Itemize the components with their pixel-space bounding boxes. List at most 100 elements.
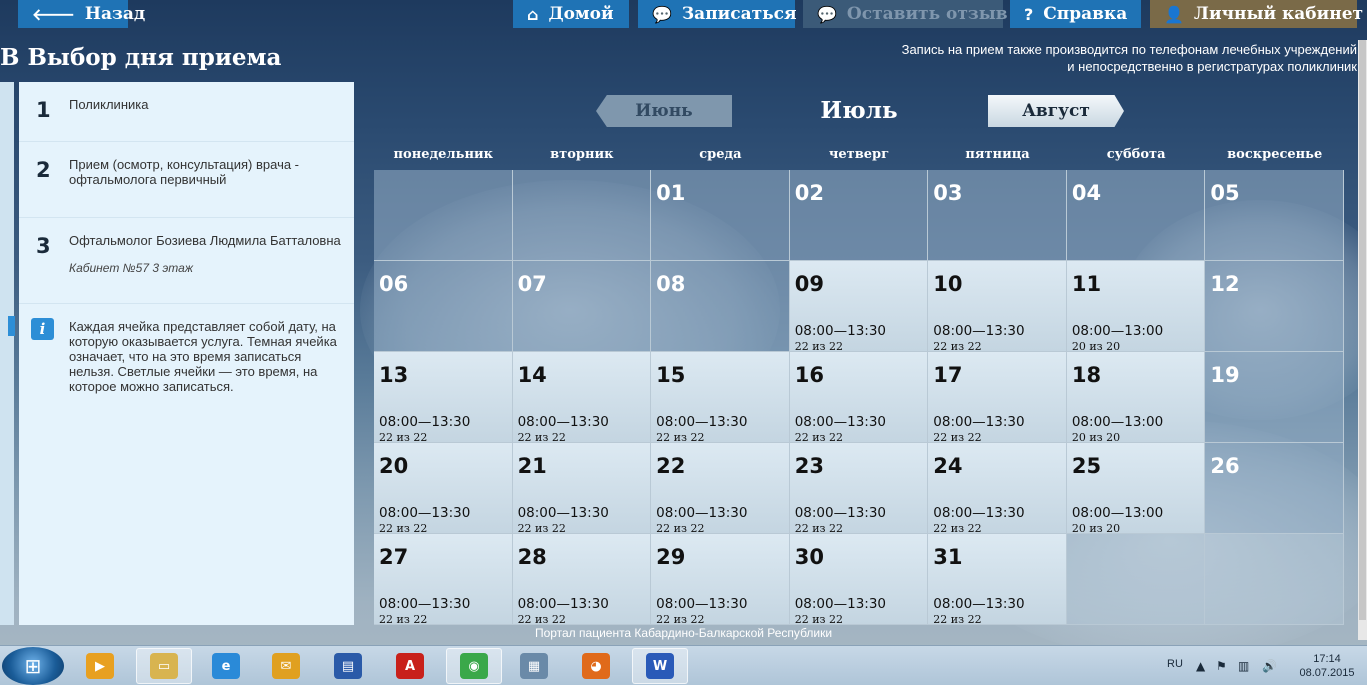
taskbar-app[interactable]: ▤ — [320, 648, 376, 684]
taskbar-app[interactable]: ▦ — [506, 648, 562, 684]
day-slots: 22 из 22 — [379, 613, 428, 626]
back-label: Назад — [84, 4, 146, 24]
calendar-day-unavailable: 04 — [1066, 170, 1206, 261]
calendar-day-unavailable: 03 — [928, 170, 1067, 261]
clock-time: 17:14 — [1313, 653, 1341, 665]
calendar-day-available[interactable]: 21 08:00—13:30 22 из 22 — [512, 443, 652, 535]
volume-icon[interactable]: 🔊 — [1262, 659, 1277, 673]
taskbar-app[interactable]: ✉ — [258, 648, 314, 684]
next-month-button[interactable]: Август — [988, 95, 1124, 127]
language-indicator[interactable]: RU — [1167, 658, 1183, 670]
calendar-day-available[interactable]: 15 08:00—13:30 22 из 22 — [651, 352, 790, 444]
weekday-label: воскресенье — [1227, 147, 1323, 162]
calendar-day-available[interactable]: 22 08:00—13:30 22 из 22 — [651, 443, 790, 535]
outlook-icon: ✉ — [272, 653, 300, 679]
calendar-day-available[interactable]: 09 08:00—13:30 22 из 22 — [789, 261, 929, 353]
steps-panel: 1 Поликлиника 2 Прием (осмотр, консульта… — [19, 82, 354, 625]
step-number: 2 — [36, 158, 51, 182]
top-navigation: 🡐 Назад ⌂ Домой 💬 Записаться 💬 Оставить … — [0, 0, 1367, 28]
calendar-day-available[interactable]: 18 08:00—13:00 20 из 20 — [1066, 352, 1206, 444]
calendar-day-empty — [1205, 534, 1344, 625]
day-time-range: 08:00—13:30 — [933, 505, 1025, 521]
day-number: 09 — [794, 272, 824, 296]
calendar-day-available[interactable]: 24 08:00—13:30 22 из 22 — [928, 443, 1067, 535]
arrow-left-icon: 🡐 — [32, 5, 75, 24]
page-title-prefix: В — [0, 44, 20, 71]
calendar-day-available[interactable]: 25 08:00—13:00 20 из 20 — [1066, 443, 1206, 535]
home-button[interactable]: ⌂ Домой — [513, 0, 629, 28]
action-center-icon[interactable]: ⚑ — [1216, 659, 1227, 673]
day-time-range: 08:00—13:00 — [1071, 414, 1164, 430]
user-icon: 👤 — [1164, 4, 1184, 24]
help-button[interactable]: ? Справка — [1010, 0, 1141, 28]
personal-cabinet-button[interactable]: 👤 Личный кабинет — [1150, 0, 1363, 28]
tray-arrow-icon[interactable]: ▲ — [1196, 659, 1205, 673]
calendar-day-unavailable: 02 — [789, 170, 929, 261]
question-icon: ? — [1024, 4, 1034, 24]
network-icon[interactable]: ▥ — [1238, 659, 1249, 673]
pdf-reader-icon: A — [396, 653, 424, 679]
feedback-button: 💬 Оставить отзыв — [803, 0, 1008, 28]
day-number: 06 — [379, 272, 409, 296]
scrollbar-thumb[interactable] — [1359, 40, 1366, 620]
day-slots: 22 из 22 — [656, 613, 705, 626]
calendar-day-available[interactable]: 14 08:00—13:30 22 из 22 — [512, 352, 652, 444]
calendar-day-available[interactable]: 28 08:00—13:30 22 из 22 — [512, 534, 652, 626]
day-time-range: 08:00—13:30 — [794, 505, 887, 521]
system-clock[interactable]: 17:14 08.07.2015 — [1296, 652, 1358, 680]
day-time-range: 08:00—13:30 — [517, 505, 609, 521]
taskbar-app[interactable]: ▶ — [72, 648, 128, 684]
calendar-day-unavailable: 26 — [1205, 443, 1344, 534]
taskbar-app[interactable]: e — [198, 648, 254, 684]
step-clinic[interactable]: 1 Поликлиника — [19, 82, 354, 142]
taskbar-app[interactable]: A — [382, 648, 438, 684]
notice-line: Запись на прием также производится по те… — [901, 42, 1357, 57]
day-time-range: 08:00—13:00 — [1071, 505, 1164, 521]
signup-button[interactable]: 💬 Записаться — [638, 0, 797, 28]
taskbar-app[interactable]: ◕ — [568, 648, 624, 684]
calendar-day-unavailable: 01 — [651, 170, 790, 261]
calendar-day-available[interactable]: 16 08:00—13:30 22 из 22 — [789, 352, 929, 444]
calendar-day-available[interactable]: 11 08:00—13:00 20 из 20 — [1066, 261, 1206, 353]
calendar-day-available[interactable]: 17 08:00—13:30 22 из 22 — [928, 352, 1067, 444]
day-time-range: 08:00—13:00 — [1071, 323, 1164, 339]
calculator-icon: ▦ — [520, 653, 548, 679]
word-icon: W — [646, 653, 674, 679]
calendar-day-unavailable: 07 — [512, 261, 652, 352]
step-text: Прием (осмотр, консультация) врача - офт… — [69, 157, 300, 187]
day-time-range: 08:00—13:30 — [794, 414, 887, 430]
help-label: Справка — [1043, 4, 1128, 24]
step-doctor[interactable]: 3 Офтальмолог Бозиева Людмила Батталовна… — [19, 218, 354, 304]
calendar-day-available[interactable]: 20 08:00—13:30 22 из 22 — [374, 443, 513, 535]
chrome-icon: ◉ — [460, 653, 488, 679]
day-time-range: 08:00—13:30 — [656, 505, 748, 521]
calendar-day-available[interactable]: 29 08:00—13:30 22 из 22 — [651, 534, 790, 626]
back-button[interactable]: 🡐 Назад — [18, 0, 145, 28]
taskbar-app[interactable]: W — [632, 648, 688, 684]
windows-logo-icon: ⊞ — [24, 655, 42, 678]
calendar-day-available[interactable]: 30 08:00—13:30 22 из 22 — [789, 534, 929, 626]
taskbar-app[interactable]: ◉ — [446, 648, 502, 684]
step-number: 1 — [36, 98, 51, 122]
calendar-day-available[interactable]: 23 08:00—13:30 22 из 22 — [789, 443, 929, 535]
day-slots: 22 из 22 — [517, 613, 566, 626]
calendar-grid: 01 02 03 04 05 06 07 08 09 08:00—13:30 22 из 22 10 0… — [374, 170, 1344, 626]
calendar-day-available[interactable]: 27 08:00—13:30 22 из 22 — [374, 534, 513, 626]
calendar-day-available[interactable]: 10 08:00—13:30 22 из 22 — [928, 261, 1067, 353]
taskbar-app[interactable]: ▭ — [136, 648, 192, 684]
page-title: В Выбор дня приема — [0, 44, 281, 71]
day-number: 10 — [933, 272, 963, 296]
step-text: Офтальмолог Бозиева Людмила Батталовна — [69, 233, 341, 248]
day-number: 20 — [379, 454, 409, 478]
footer-text: Портал пациента Кабардино-Балкарской Рес… — [534, 626, 833, 640]
step-service[interactable]: 2 Прием (осмотр, консультация) врача - о… — [19, 142, 354, 218]
calendar-day-available[interactable]: 31 08:00—13:30 22 из 22 — [928, 534, 1067, 626]
calendar-day-unavailable: 08 — [651, 261, 790, 352]
day-number: 18 — [1071, 363, 1102, 387]
start-button[interactable]: ⊞ — [2, 647, 64, 685]
day-number: 28 — [517, 545, 547, 569]
day-time-range: 08:00—13:30 — [794, 323, 887, 339]
calendar-day-available[interactable]: 13 08:00—13:30 22 из 22 — [374, 352, 513, 444]
scrollbar[interactable] — [1358, 40, 1367, 640]
prev-month-button[interactable]: Июнь — [596, 95, 732, 127]
